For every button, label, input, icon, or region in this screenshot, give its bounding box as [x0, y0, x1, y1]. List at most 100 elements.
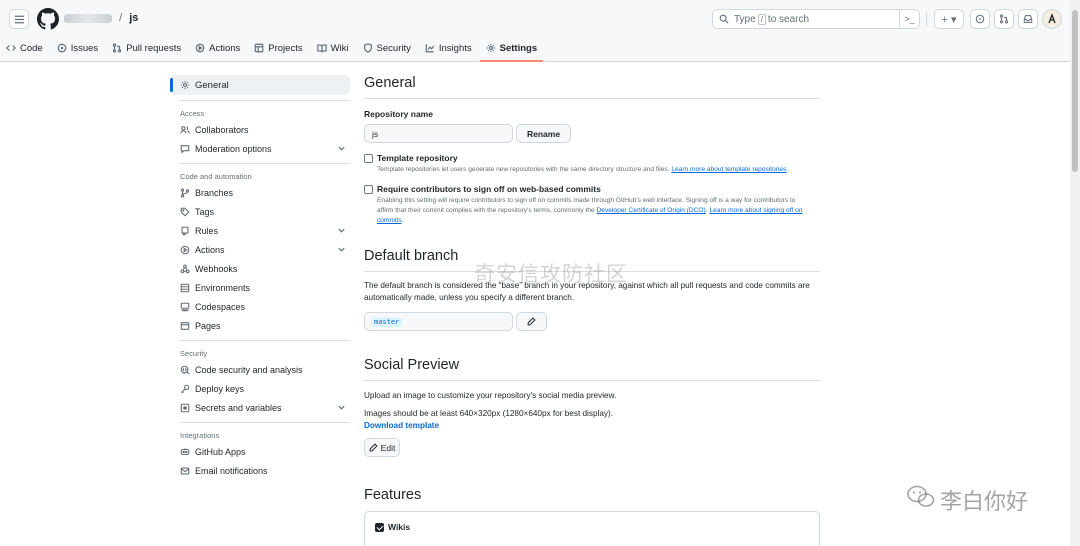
chevron-down-icon[interactable] [337, 226, 346, 235]
social-preview-size-hint: Images should be at least 640×320px (128… [364, 409, 613, 418]
sidebar-item-tags[interactable]: Tags [170, 202, 350, 221]
sidebar-item-moderation-options[interactable]: Moderation options [170, 139, 350, 158]
header-divider [926, 12, 927, 26]
edit-branch-button[interactable] [516, 312, 547, 331]
tab-actions[interactable]: Actions [189, 38, 246, 58]
edit-social-preview-button[interactable]: Edit [364, 438, 400, 457]
sidebar-item-email-notifications[interactable]: Email notifications [170, 461, 350, 480]
issue-icon [975, 14, 985, 24]
sidebar-item-github-apps[interactable]: GitHub Apps [170, 442, 350, 461]
sidebar-item-environments[interactable]: Environments [170, 278, 350, 297]
repository-name-input[interactable]: js [364, 124, 513, 143]
owner-name-redacted[interactable] [64, 13, 112, 23]
chevron-down-icon[interactable] [337, 144, 346, 153]
sidebar-item-deploy-keys[interactable]: Deploy keys [170, 379, 350, 398]
branch-name-badge: master [371, 316, 403, 327]
tab-wiki[interactable]: Wiki [311, 38, 355, 58]
template-repository-checkbox[interactable] [364, 154, 373, 163]
page-scrollbar[interactable] [1070, 0, 1080, 546]
wechat-icon [907, 485, 935, 507]
tab-issues-label: Issues [70, 42, 99, 54]
sidebar-item-label: Collaborators [195, 124, 249, 135]
default-branch-field: master [364, 312, 513, 331]
tab-settings-label: Settings [499, 42, 538, 54]
sidebar-item-label: Webhooks [195, 263, 238, 274]
sidebar-item-label: Deploy keys [195, 383, 245, 394]
sidebar-item-label: Moderation options [195, 143, 272, 154]
template-repository-option: Template repository Template repositorie… [364, 153, 820, 175]
codescan-icon [180, 365, 190, 375]
search-input[interactable]: Type / to search >_ [712, 9, 920, 29]
issues-button[interactable] [970, 9, 990, 29]
signoff-checkbox[interactable] [364, 185, 373, 194]
repo-name-link[interactable]: js [129, 12, 138, 24]
sidebar-item-rules[interactable]: Rules [170, 221, 350, 240]
global-header: / js Type / to search >_ + ▾ Code Issues… [0, 0, 1080, 62]
tab-actions-label: Actions [209, 42, 241, 54]
repo-nav-tabs: Code Issues Pull requests Actions Projec… [0, 38, 545, 62]
sidebar-divider [180, 422, 350, 423]
template-learn-more-link[interactable]: Learn more about template repositories [671, 166, 786, 173]
sidebar-item-collaborators[interactable]: Collaborators [170, 120, 350, 139]
sidebar-divider [180, 163, 350, 164]
signoff-option: Require contributors to sign off on web-… [364, 184, 820, 226]
command-palette-button[interactable]: >_ [899, 10, 919, 28]
create-new-button[interactable]: + ▾ [934, 9, 964, 29]
play-icon [195, 43, 205, 53]
pencil-icon [369, 443, 378, 452]
signoff-title: Require contributors to sign off on web-… [377, 184, 601, 194]
pull-request-icon [113, 43, 122, 53]
tab-wiki-label: Wiki [330, 42, 349, 54]
sidebar-group-code-automation: Code and automation [180, 171, 252, 181]
tab-pull-requests[interactable]: Pull requests [106, 38, 187, 58]
chevron-down-icon[interactable] [337, 403, 346, 412]
menu-button[interactable] [9, 9, 29, 29]
sidebar-group-access: Access [180, 108, 205, 118]
sidebar-item-label: Actions [195, 244, 225, 255]
search-placeholder-suffix: to search [767, 13, 810, 25]
sidebar-item-codespaces[interactable]: Codespaces [170, 297, 350, 316]
tab-code-label: Code [20, 42, 43, 54]
sidebar-item-pages[interactable]: Pages [170, 316, 350, 335]
rename-button[interactable]: Rename [516, 124, 572, 143]
repo-push-icon [181, 226, 189, 236]
tab-security[interactable]: Security [357, 38, 417, 58]
sidebar-item-label: Secrets and variables [195, 402, 282, 413]
gear-icon [486, 43, 495, 53]
sidebar-item-webhooks[interactable]: Webhooks [170, 259, 350, 278]
social-preview-desc: Upload an image to customize your reposi… [364, 391, 617, 400]
sidebar-item-branches[interactable]: Branches [170, 183, 350, 202]
tab-insights[interactable]: Insights [419, 38, 478, 58]
inbox-button[interactable] [1018, 9, 1038, 29]
tab-code[interactable]: Code [0, 38, 49, 58]
comment-icon [180, 144, 190, 153]
sidebar-item-label: Environments [195, 282, 251, 293]
download-template-link[interactable]: Download template [364, 420, 820, 432]
chevron-down-icon[interactable] [337, 245, 346, 254]
server-icon [180, 283, 190, 292]
sidebar-item-actions[interactable]: Actions [170, 240, 350, 259]
sidebar-item-label: Branches [195, 187, 234, 198]
tab-projects[interactable]: Projects [248, 38, 308, 58]
features-heading: Features [364, 487, 422, 503]
wikis-checkbox[interactable] [375, 522, 384, 532]
hamburger-icon [14, 15, 24, 23]
dco-link[interactable]: Developer Certificate of Origin (DCO) [597, 207, 706, 214]
tab-settings[interactable]: Settings [479, 38, 544, 62]
pull-requests-button[interactable] [994, 9, 1014, 29]
wikis-label: Wikis [388, 522, 411, 532]
tab-issues[interactable]: Issues [51, 38, 104, 58]
avatar[interactable] [1042, 9, 1062, 29]
apps-icon [180, 447, 190, 455]
github-logo-icon[interactable] [37, 8, 59, 30]
features-box: Wikis [364, 511, 820, 546]
sidebar-group-security: Security [180, 348, 208, 358]
sidebar-item-code-security[interactable]: Code security and analysis [170, 360, 350, 379]
scrollbar-thumb[interactable] [1072, 10, 1078, 172]
sidebar-item-general[interactable]: General [170, 75, 350, 95]
template-repository-title: Template repository [377, 153, 458, 163]
tab-projects-label: Projects [268, 42, 303, 54]
sidebar-item-secrets-variables[interactable]: Secrets and variables [170, 398, 350, 417]
issue-icon [57, 43, 67, 53]
graph-icon [425, 44, 435, 53]
